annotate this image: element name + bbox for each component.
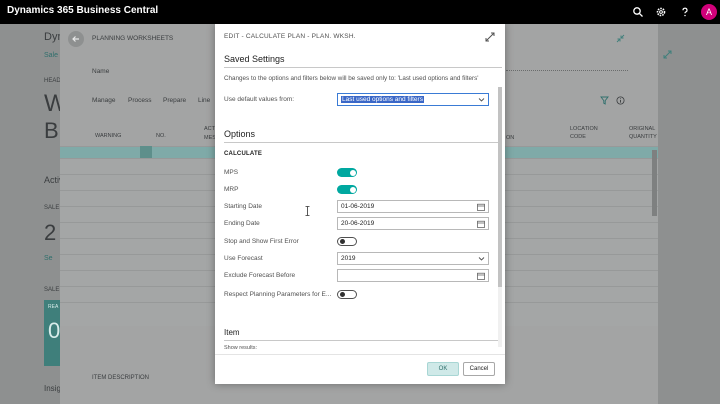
calendar-icon[interactable]: [477, 220, 485, 228]
worksheet-name-label: Name: [92, 68, 110, 75]
exclude-forecast-label: Exclude Forecast Before: [224, 272, 296, 279]
bg-count: 2: [44, 220, 57, 245]
action-line[interactable]: Line: [198, 97, 210, 104]
search-icon[interactable]: [632, 6, 644, 18]
bg-sales-label: SALE: [44, 205, 60, 211]
calculate-subheading: CALCULATE: [224, 151, 263, 157]
default-values-select[interactable]: Last used options and filters: [337, 93, 489, 106]
back-icon[interactable]: [67, 30, 85, 48]
selected-cell[interactable]: [140, 146, 152, 158]
bg-ready-tile: REA 0: [44, 300, 60, 366]
info-icon[interactable]: [616, 96, 625, 105]
filter-icon[interactable]: [600, 96, 609, 105]
divider: [224, 142, 502, 143]
item-description-label: ITEM DESCRIPTION: [92, 375, 150, 381]
col-original-quantity: QUANTITY: [629, 134, 657, 140]
ending-date-field[interactable]: 20-06-2019: [337, 217, 489, 230]
bg-see-link: Se: [44, 255, 53, 262]
collapse-icon[interactable]: [616, 34, 625, 43]
divider: [224, 67, 502, 68]
ending-date-label: Ending Date: [224, 220, 260, 227]
top-bar: Dynamics 365 Business Central A: [0, 0, 720, 24]
exclude-forecast-field[interactable]: [337, 269, 489, 282]
cancel-button[interactable]: Cancel: [463, 362, 495, 376]
use-forecast-label: Use Forecast: [224, 255, 263, 262]
options-heading: Options: [224, 129, 256, 139]
action-prepare[interactable]: Prepare: [163, 97, 186, 104]
dialog-title: EDIT - CALCULATE PLAN - PLAN. WKSH.: [224, 33, 356, 40]
dialog-scrollbar-thumb[interactable]: [498, 87, 502, 287]
saved-settings-heading: Saved Settings: [224, 54, 285, 64]
calculate-plan-dialog: EDIT - CALCULATE PLAN - PLAN. WKSH. Save…: [215, 24, 505, 384]
mps-toggle[interactable]: [337, 168, 357, 177]
bg-heading-label: HEAD: [44, 78, 61, 84]
action-process[interactable]: Process: [128, 97, 151, 104]
worksheet-name-field[interactable]: [506, 70, 628, 71]
stop-first-error-label: Stop and Show First Error: [224, 238, 299, 245]
col-location[interactable]: LOCATION: [570, 126, 598, 132]
default-values-label: Use default values from:: [224, 96, 295, 103]
chevron-down-icon[interactable]: [478, 96, 485, 103]
chevron-down-icon[interactable]: [478, 255, 485, 262]
expand-icon-bg[interactable]: [663, 50, 672, 59]
respect-planning-label: Respect Planning Parameters for E...: [224, 291, 332, 298]
worksheet-title: PLANNING WORKSHEETS: [92, 35, 174, 42]
saved-settings-note: Changes to the options and filters below…: [224, 75, 479, 82]
starting-date-field[interactable]: 01-06-2019: [337, 200, 489, 213]
bg-ready-label: REA: [48, 304, 59, 310]
starting-date-value: 01-06-2019: [341, 203, 375, 210]
col-warning[interactable]: WARNING: [95, 133, 121, 139]
app-title: Dynamics 365 Business Central: [7, 5, 159, 16]
ending-date-value: 20-06-2019: [341, 220, 375, 227]
respect-planning-toggle[interactable]: [337, 290, 357, 299]
col-no[interactable]: NO.: [156, 133, 166, 139]
bg-big-zero: 0: [48, 318, 61, 343]
default-values-value: Last used options and filters: [341, 96, 424, 103]
avatar[interactable]: A: [701, 4, 717, 20]
gear-icon[interactable]: [655, 6, 667, 18]
divider: [224, 340, 502, 341]
col-on[interactable]: ON: [506, 135, 514, 141]
col-location-code: CODE: [570, 134, 586, 140]
calendar-icon[interactable]: [477, 203, 485, 211]
mrp-toggle[interactable]: [337, 185, 357, 194]
calendar-icon[interactable]: [477, 272, 485, 280]
use-forecast-select[interactable]: 2019: [337, 252, 489, 265]
mouse-cursor-icon: [305, 206, 310, 216]
bg-sales-link: Sale: [44, 52, 59, 59]
expand-icon[interactable]: [485, 32, 495, 42]
action-manage[interactable]: Manage: [92, 97, 116, 104]
mps-label: MPS: [224, 169, 239, 176]
mrp-label: MRP: [224, 186, 239, 193]
worksheet-scrollbar[interactable]: [652, 150, 657, 216]
use-forecast-value: 2019: [341, 255, 356, 262]
bg-insights: Insig: [44, 384, 61, 393]
item-heading: Item: [224, 328, 240, 337]
col-original[interactable]: ORIGINAL: [629, 126, 655, 132]
starting-date-label: Starting Date: [224, 203, 262, 210]
bg-sales2-label: SALE: [44, 287, 60, 293]
divider: [215, 354, 505, 355]
ok-button[interactable]: OK: [427, 362, 459, 376]
help-icon[interactable]: [679, 6, 691, 18]
show-results-label: Show results:: [224, 345, 258, 351]
stop-first-error-toggle[interactable]: [337, 237, 357, 246]
